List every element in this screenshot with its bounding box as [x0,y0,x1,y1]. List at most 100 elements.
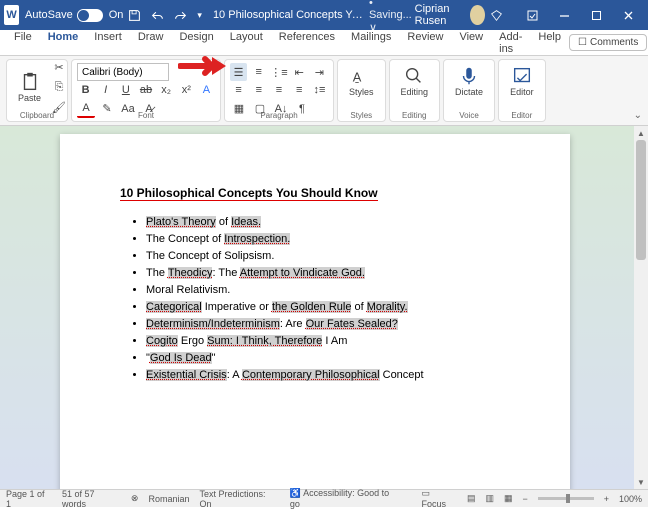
editing-button[interactable]: Editing [395,63,435,99]
align-center-icon[interactable]: ≡ [250,81,267,99]
cut-icon[interactable]: ✂ [50,58,68,76]
font-name-input[interactable]: Calibri (Body) [77,63,169,81]
underline-icon[interactable]: U [117,81,134,99]
undo-icon[interactable] [146,6,169,25]
titlebar: W AutoSave On ▾ 10 Philosophical Concept… [0,0,648,30]
list-item: Categorical Imperative or the Golden Rul… [146,299,510,316]
status-bar: Page 1 of 1 51 of 57 words ⊗ Romanian Te… [0,489,648,507]
user-name: Ciprian Rusen [415,3,467,27]
tab-home[interactable]: Home [40,27,87,59]
ribbon-options-icon[interactable] [516,0,548,30]
list-item: Plato's Theory of Ideas. [146,214,510,231]
view-print-icon[interactable]: ▤ [467,493,476,504]
editor-label: Editor [499,111,545,120]
tab-draw[interactable]: Draw [130,27,172,59]
zoom-out-icon[interactable]: − [523,494,528,504]
collapse-ribbon-icon[interactable]: ⌄ [634,110,642,121]
list-item: "God Is Dead" [146,350,510,367]
clipboard-group: Paste ✂ ⎘ 🖌 Clipboard [6,59,68,122]
scroll-up-icon[interactable]: ▲ [634,126,648,140]
tab-layout[interactable]: Layout [222,27,271,59]
list-item: The Concept of Solipsism. [146,248,510,265]
paste-button[interactable]: Paste [12,69,47,105]
user-account[interactable]: Ciprian Rusen [415,3,485,27]
page-count[interactable]: Page 1 of 1 [6,489,52,509]
word-count[interactable]: 51 of 57 words [62,489,121,509]
font-group: Calibri (Body) B I U ab x₂ x² A A ✎ Aa A… [71,59,221,122]
scroll-thumb[interactable] [636,140,646,260]
text-effects-icon[interactable]: A [198,81,215,99]
minimize-button[interactable] [548,0,580,30]
maximize-button[interactable] [580,0,612,30]
clipboard-label: Clipboard [7,111,67,120]
italic-icon[interactable]: I [97,81,114,99]
tab-references[interactable]: References [271,27,343,59]
voice-label: Voice [444,111,494,120]
page-title: 10 Philosophical Concepts You Should Kno… [120,186,378,201]
subscript-icon[interactable]: x₂ [158,81,175,99]
word-icon: W [4,5,19,25]
zoom-slider[interactable] [538,497,594,500]
bold-icon[interactable]: B [77,81,94,99]
status-error-icon[interactable]: ⊗ [131,493,139,504]
qat-more-icon[interactable]: ▾ [192,7,207,24]
saving-status[interactable]: • Saving... ∨ [369,0,415,34]
superscript-icon[interactable]: x² [178,81,195,99]
align-right-icon[interactable]: ≡ [270,81,287,99]
multilevel-icon[interactable]: ⋮≡ [270,63,287,81]
zoom-in-icon[interactable]: + [604,494,609,504]
paragraph-group: ☰ ≡ ⋮≡ ⇤ ⇥ ≡ ≡ ≡ ≡ ↕≡ ▦ ▢ A↓ ¶ Paragraph [224,59,334,122]
increase-indent-icon[interactable]: ⇥ [311,63,328,81]
view-web-icon[interactable]: ▦ [504,493,513,504]
dictate-button[interactable]: Dictate [449,63,489,99]
scroll-down-icon[interactable]: ▼ [634,475,648,489]
autosave-toggle[interactable] [77,9,103,22]
view-read-icon[interactable]: ▥ [486,493,495,504]
focus-mode[interactable]: ▭ Focus [422,488,457,509]
document-list: Plato's Theory of Ideas.The Concept of I… [146,214,510,384]
vertical-scrollbar[interactable]: ▲ ▼ [634,126,648,489]
styles-group: A̱Styles Styles [337,59,386,122]
tab-design[interactable]: Design [171,27,221,59]
autosave-state: On [109,9,124,21]
numbering-icon[interactable]: ≡ [250,63,267,81]
autosave[interactable]: AutoSave On [25,9,123,22]
language[interactable]: Romanian [148,494,189,504]
strike-icon[interactable]: ab [137,81,154,99]
styles-label: Styles [338,111,385,120]
styles-button[interactable]: A̱Styles [343,63,380,99]
tab-help[interactable]: Help [530,27,569,59]
line-spacing-icon[interactable]: ↕≡ [311,81,328,99]
autosave-label: AutoSave [25,9,73,21]
editor-button[interactable]: Editor [504,63,540,99]
save-icon[interactable] [123,6,146,25]
list-item: Existential Crisis: A Contemporary Philo… [146,367,510,384]
tab-add-ins[interactable]: Add-ins [491,27,530,59]
menu-tabs: FileHomeInsertDrawDesignLayoutReferences… [0,30,648,56]
comments-button[interactable]: ☐ Comments [569,34,647,51]
svg-text:A̱: A̱ [353,70,362,85]
document-canvas[interactable]: 10 Philosophical Concepts You Should Kno… [0,126,634,489]
tab-insert[interactable]: Insert [86,27,130,59]
diamond-icon[interactable] [485,6,508,25]
copy-icon[interactable]: ⎘ [50,78,68,96]
editor-group: Editor Editor [498,59,546,122]
justify-icon[interactable]: ≡ [291,81,308,99]
decrease-indent-icon[interactable]: ⇤ [291,63,308,81]
bullets-icon[interactable]: ☰ [230,63,247,81]
document-title[interactable]: 10 Philosophical Concepts You... [213,9,363,21]
ribbon: Paste ✂ ⎘ 🖌 Clipboard Calibri (Body) B I… [0,56,648,126]
voice-group: Dictate Voice [443,59,495,122]
accessibility-status[interactable]: ♿ Accessibility: Good to go [290,488,402,509]
align-left-icon[interactable]: ≡ [230,81,247,99]
tab-view[interactable]: View [451,27,491,59]
list-item: The Concept of Introspection. [146,231,510,248]
tab-file[interactable]: File [6,27,40,59]
font-label: Font [72,111,220,120]
text-predictions[interactable]: Text Predictions: On [200,489,280,509]
zoom-level[interactable]: 100% [619,494,642,504]
page: 10 Philosophical Concepts You Should Kno… [60,134,570,489]
redo-icon[interactable] [169,6,192,25]
list-item: Determinism/Indeterminism: Are Our Fates… [146,316,510,333]
close-button[interactable] [612,0,644,30]
